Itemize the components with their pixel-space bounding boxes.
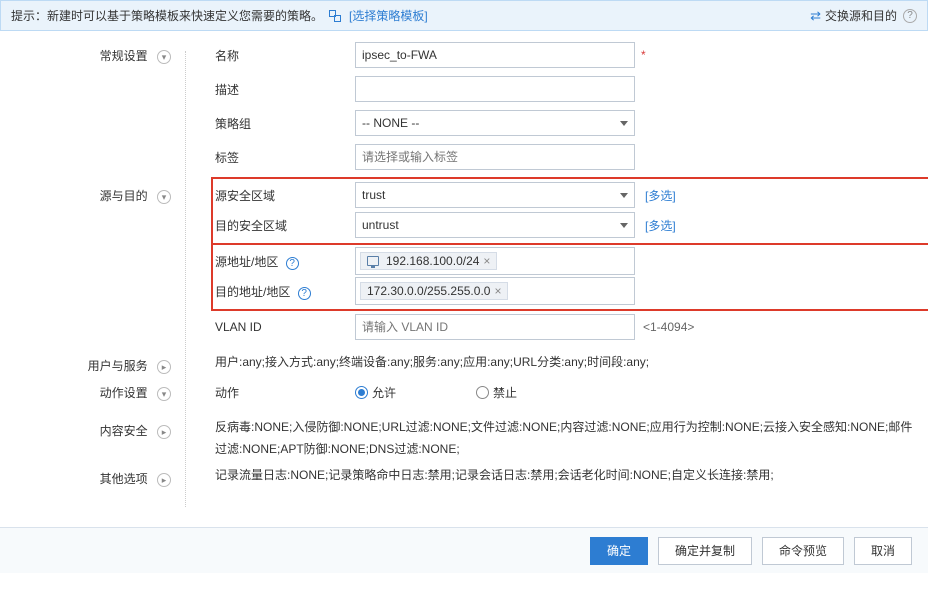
remove-tag-icon[interactable]: × — [483, 254, 490, 268]
swap-label: 交换源和目的 — [825, 7, 897, 24]
dst-zone-more-link[interactable]: [多选] — [645, 217, 676, 234]
dst-addr-label: 目的地址/地区 — [215, 285, 290, 299]
dst-zone-label: 目的安全区域 — [215, 217, 355, 234]
help-icon[interactable]: ? — [298, 287, 311, 300]
action-allow-radio[interactable]: 允许 — [355, 384, 396, 401]
desc-input[interactable] — [355, 76, 635, 102]
user-summary: 用户:any;接入方式:any;终端设备:any;服务:any;应用:any;U… — [215, 351, 915, 373]
section-divider-line — [185, 51, 186, 507]
action-label: 动作 — [215, 384, 355, 401]
group-value: -- NONE -- — [362, 116, 419, 130]
dst-zone-value: untrust — [362, 218, 399, 232]
src-addr-label: 源地址/地区 — [215, 255, 278, 269]
src-addr-input[interactable]: 192.168.100.0/24 × — [355, 247, 635, 275]
vlan-hint: <1-4094> — [643, 320, 694, 334]
section-user-label: 用户与服务 — [88, 359, 148, 373]
group-label: 策略组 — [215, 115, 355, 132]
src-zone-value: trust — [362, 188, 385, 202]
src-zone-more-link[interactable]: [多选] — [645, 187, 676, 204]
src-zone-label: 源安全区域 — [215, 187, 355, 204]
tag-input[interactable] — [355, 144, 635, 170]
src-addr-tag[interactable]: 192.168.100.0/24 × — [360, 252, 497, 270]
expand-icon[interactable]: ▸ — [157, 473, 171, 487]
tip-bar: 提示：新建时可以基于策略模板来快速定义您需要的策略。 [选择策略模板] ⇄ 交换… — [0, 0, 928, 31]
form-content: 常规设置 ▾ 名称 * 描述 策略组 -- NONE -- — [0, 31, 928, 527]
select-template-link[interactable]: [选择策略模板] — [349, 7, 428, 24]
chevron-down-icon — [620, 121, 628, 126]
section-general-label: 常规设置 — [100, 49, 148, 63]
help-icon[interactable]: ? — [286, 257, 299, 270]
name-label: 名称 — [215, 47, 355, 64]
group-select[interactable]: -- NONE -- — [355, 110, 635, 136]
content-summary: 反病毒:NONE;入侵防御:NONE;URL过滤:NONE;文件过滤:NONE;… — [215, 416, 915, 460]
radio-icon — [355, 386, 368, 399]
src-zone-select[interactable]: trust — [355, 182, 635, 208]
collapse-icon[interactable]: ▾ — [157, 50, 171, 64]
host-icon — [367, 256, 379, 266]
help-icon[interactable]: ? — [903, 9, 917, 23]
radio-icon — [476, 386, 489, 399]
dst-zone-select[interactable]: untrust — [355, 212, 635, 238]
action-deny-radio[interactable]: 禁止 — [476, 384, 517, 401]
swap-src-dst-link[interactable]: ⇄ 交换源和目的 ? — [810, 7, 917, 24]
desc-label: 描述 — [215, 81, 355, 98]
expand-icon[interactable]: ▸ — [157, 425, 171, 439]
vlan-input[interactable] — [355, 314, 635, 340]
collapse-icon[interactable]: ▾ — [157, 190, 171, 204]
section-action-label: 动作设置 — [100, 386, 148, 400]
ok-button[interactable]: 确定 — [590, 537, 648, 565]
dst-addr-tag[interactable]: 172.30.0.0/255.255.0.0 × — [360, 282, 508, 300]
dst-addr-input[interactable]: 172.30.0.0/255.255.0.0 × — [355, 277, 635, 305]
required-mark: * — [641, 48, 646, 62]
footer-bar: 确定 确定并复制 命令预览 取消 — [0, 527, 928, 573]
tip-text: 提示：新建时可以基于策略模板来快速定义您需要的策略。 — [11, 7, 323, 24]
cancel-button[interactable]: 取消 — [854, 537, 912, 565]
vlan-label: VLAN ID — [215, 320, 355, 334]
chevron-down-icon — [620, 193, 628, 198]
tag-label: 标签 — [215, 149, 355, 166]
highlight-zone-box: 源安全区域 trust [多选] 目的安全区域 untrust — [211, 177, 928, 245]
section-other-label: 其他选项 — [100, 472, 148, 486]
highlight-addr-box: 源地址/地区 ? 192.168.100.0/24 × — [211, 243, 928, 311]
expand-icon[interactable]: ▸ — [157, 360, 171, 374]
swap-icon: ⇄ — [810, 8, 821, 24]
remove-tag-icon[interactable]: × — [494, 284, 501, 298]
collapse-icon[interactable]: ▾ — [157, 387, 171, 401]
other-summary: 记录流量日志:NONE;记录策略命中日志:禁用;记录会话日志:禁用;会话老化时间… — [215, 464, 915, 486]
template-icon — [329, 10, 341, 22]
preview-button[interactable]: 命令预览 — [762, 537, 844, 565]
ok-copy-button[interactable]: 确定并复制 — [658, 537, 752, 565]
section-content-label: 内容安全 — [100, 424, 148, 438]
section-srcdst-label: 源与目的 — [100, 189, 148, 203]
name-input[interactable] — [355, 42, 635, 68]
chevron-down-icon — [620, 223, 628, 228]
